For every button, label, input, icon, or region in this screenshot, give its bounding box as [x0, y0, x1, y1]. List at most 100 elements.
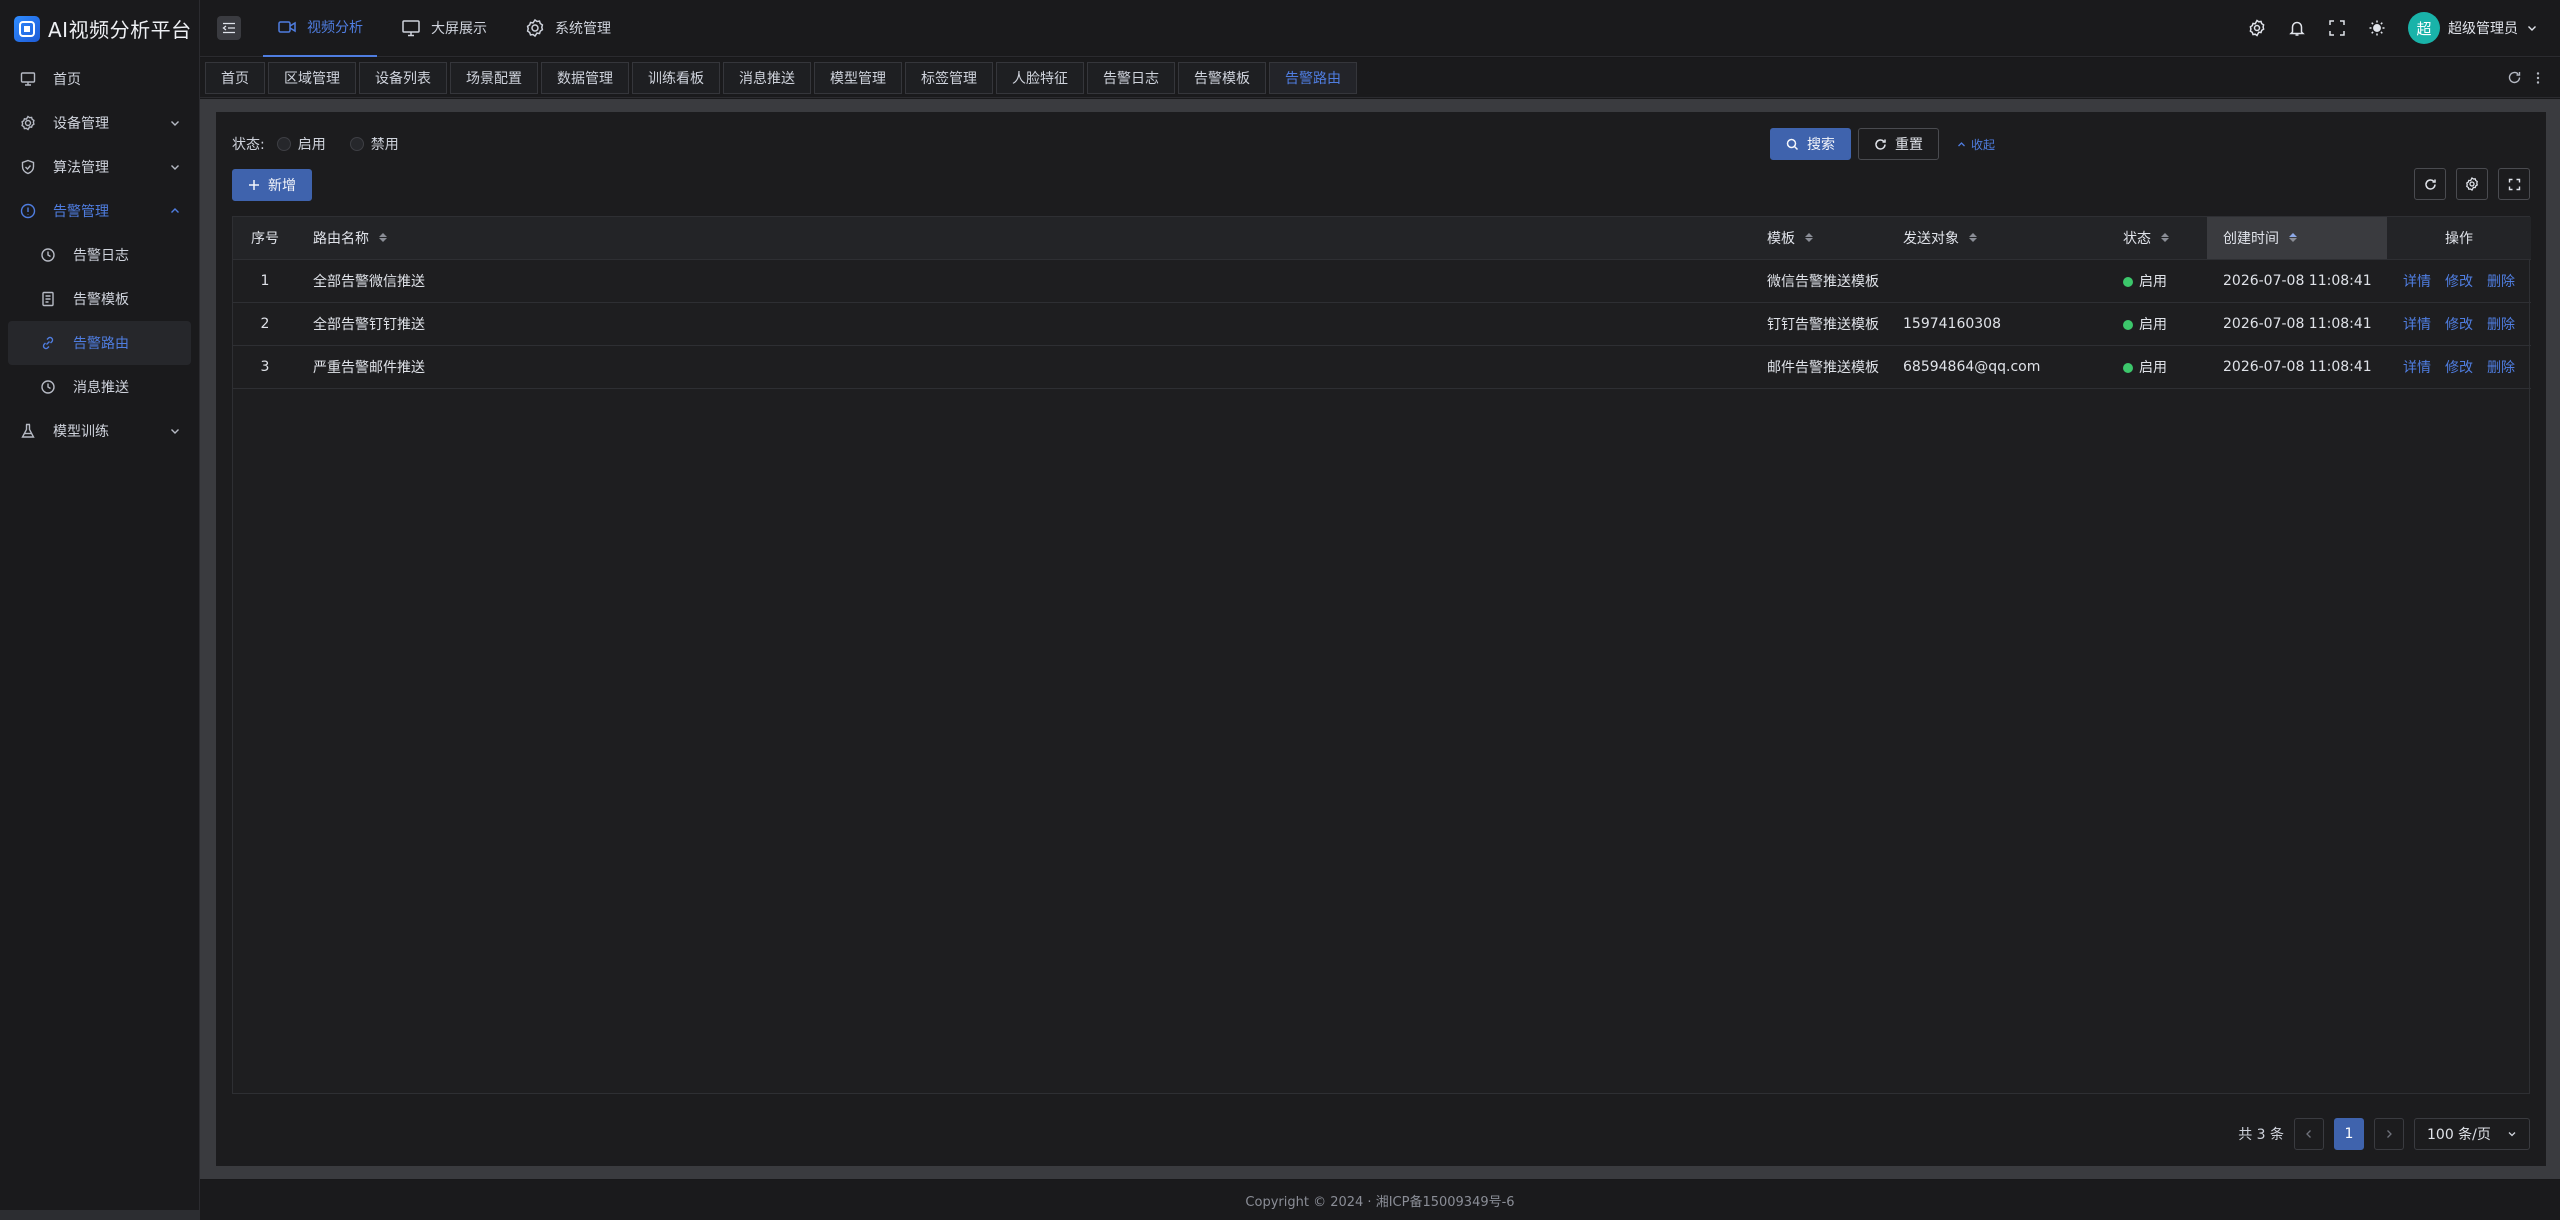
fullscreen-table-button[interactable] [2498, 168, 2530, 200]
detail-link[interactable]: 详情 [2403, 317, 2431, 333]
sort-icon[interactable] [379, 233, 387, 243]
more-vertical-icon[interactable] [2536, 71, 2540, 85]
app-logo-icon [14, 15, 40, 42]
sidebar-item-alarm-log[interactable]: 告警日志 [0, 233, 199, 277]
detail-link[interactable]: 详情 [2403, 360, 2431, 376]
status-filter: 状态: 启用 禁用 [232, 134, 399, 154]
col-target-header[interactable]: 发送对象 [1887, 217, 2107, 260]
user-menu[interactable]: 超 超级管理员 [2408, 12, 2538, 44]
status-radio-enabled[interactable]: 启用 [276, 134, 326, 154]
sidebar-scrollbar[interactable] [0, 1210, 200, 1220]
chevron-down-icon [169, 117, 181, 129]
cell-created: 2026-07-08 11:08:41 [2207, 345, 2387, 389]
fullscreen-icon[interactable] [2328, 19, 2346, 37]
col-created-header[interactable]: 创建时间 [2207, 217, 2387, 260]
detail-link[interactable]: 详情 [2403, 274, 2431, 290]
sort-icon[interactable] [2289, 233, 2297, 243]
radio-circle [349, 137, 364, 151]
sidebar-item-message-push[interactable]: 消息推送 [0, 365, 199, 409]
video-camera-icon [277, 17, 297, 37]
tab-scene-config[interactable]: 场景配置 [450, 61, 538, 94]
tab-home[interactable]: 首页 [205, 61, 265, 94]
delete-link[interactable]: 删除 [2487, 274, 2515, 290]
page-button-current[interactable]: 1 [2334, 1118, 2364, 1150]
edit-link[interactable]: 修改 [2445, 317, 2473, 333]
cell-template: 邮件告警推送模板 [1767, 345, 1887, 389]
cell-template: 钉钉告警推送模板 [1767, 302, 1887, 346]
status-radio-disabled[interactable]: 禁用 [349, 134, 399, 154]
search-button[interactable]: 搜索 [1770, 128, 1851, 160]
cell-target [1887, 259, 2107, 303]
top-nav-label: 大屏展示 [431, 21, 487, 37]
cell-template: 微信告警推送模板 [1767, 259, 1887, 303]
gear-icon [20, 115, 36, 131]
avatar: 超 [2408, 12, 2440, 44]
refresh-icon[interactable] [2507, 70, 2522, 85]
add-button-label: 新增 [268, 178, 296, 194]
app-title: AI视频分析平台 [48, 18, 192, 42]
col-status-header[interactable]: 状态 [2107, 217, 2207, 260]
sort-icon[interactable] [1969, 233, 1977, 243]
app-logo[interactable]: AI视频分析平台 [0, 0, 199, 57]
prev-page-button[interactable] [2294, 1118, 2324, 1150]
tab-alarm-template[interactable]: 告警模板 [1178, 61, 1266, 94]
delete-link[interactable]: 删除 [2487, 317, 2515, 333]
bell-icon[interactable] [2288, 19, 2306, 37]
next-page-button[interactable] [2374, 1118, 2404, 1150]
sidebar-item-algorithm-management[interactable]: 算法管理 [0, 145, 199, 189]
history-icon [40, 247, 56, 263]
top-nav-label: 视频分析 [307, 20, 363, 36]
table-row: 1 全部告警微信推送 微信告警推送模板 启用 2026-07-08 11:08:… [233, 259, 2531, 303]
cell-actions: 详情 修改 删除 [2387, 302, 2531, 346]
top-nav-video-analysis[interactable]: 视频分析 [263, 0, 377, 57]
tab-face-features[interactable]: 人脸特征 [996, 61, 1084, 94]
table-row: 3 严重告警邮件推送 邮件告警推送模板 68594864@qq.com 启用 2… [233, 345, 2531, 389]
refresh-table-button[interactable] [2414, 168, 2446, 200]
col-template-header[interactable]: 模板 [1767, 217, 1887, 260]
settings-icon[interactable] [2248, 19, 2266, 37]
edit-link[interactable]: 修改 [2445, 274, 2473, 290]
col-label: 发送对象 [1903, 230, 1959, 247]
tab-message-push[interactable]: 消息推送 [723, 61, 811, 94]
sidebar-item-device-management[interactable]: 设备管理 [0, 101, 199, 145]
tab-data-management[interactable]: 数据管理 [541, 61, 629, 94]
sidebar-toggle-button[interactable] [217, 16, 241, 40]
add-button[interactable]: 新增 [232, 169, 312, 201]
theme-sun-icon[interactable] [2368, 19, 2386, 37]
top-header: 视频分析 大屏展示 系统管理 超 超级管理员 [200, 0, 2560, 57]
main-panel: 状态: 启用 禁用 搜索 重置 收起 新增 序号 路由名称 模板 发送对象 状态… [216, 112, 2546, 1166]
footer: Copyright © 2024 · 湘ICP备15009349号-6 [200, 1180, 2560, 1220]
sidebar-item-alarm-template[interactable]: 告警模板 [0, 277, 199, 321]
tab-label-management[interactable]: 标签管理 [905, 61, 993, 94]
delete-link[interactable]: 删除 [2487, 360, 2515, 376]
sidebar-item-alarm-route[interactable]: 告警路由 [8, 321, 191, 365]
tabs-tools [2507, 70, 2560, 85]
tab-alarm-log[interactable]: 告警日志 [1087, 61, 1175, 94]
col-label: 路由名称 [313, 230, 369, 247]
sidebar-item-model-training[interactable]: 模型训练 [0, 409, 199, 453]
edit-link[interactable]: 修改 [2445, 360, 2473, 376]
page-size-select[interactable]: 100 条/页 [2414, 1118, 2530, 1150]
sidebar-item-alarm-management[interactable]: 告警管理 [0, 189, 199, 233]
plus-icon [248, 179, 260, 191]
sort-icon[interactable] [2161, 233, 2169, 243]
tab-model-management[interactable]: 模型管理 [814, 61, 902, 94]
tab-training-board[interactable]: 训练看板 [632, 61, 720, 94]
sidebar-item-home[interactable]: 首页 [0, 57, 199, 101]
reset-button[interactable]: 重置 [1858, 128, 1939, 160]
column-settings-button[interactable] [2456, 168, 2488, 200]
tab-device-list[interactable]: 设备列表 [359, 61, 447, 94]
top-nav-system-management[interactable]: 系统管理 [511, 0, 625, 57]
collapse-filter-link[interactable]: 收起 [1957, 136, 1995, 153]
cell-name: 全部告警钉钉推送 [297, 302, 1767, 346]
search-icon [1786, 138, 1799, 151]
top-nav-big-screen[interactable]: 大屏展示 [387, 0, 501, 57]
sort-icon[interactable] [1805, 233, 1813, 243]
tab-area-management[interactable]: 区域管理 [268, 61, 356, 94]
cell-status: 启用 [2107, 302, 2207, 346]
col-name-header[interactable]: 路由名称 [297, 217, 1767, 260]
cell-status: 启用 [2107, 259, 2207, 303]
cell-status: 启用 [2107, 345, 2207, 389]
tab-alarm-route[interactable]: 告警路由 [1269, 61, 1357, 94]
top-nav-label: 系统管理 [555, 21, 611, 37]
